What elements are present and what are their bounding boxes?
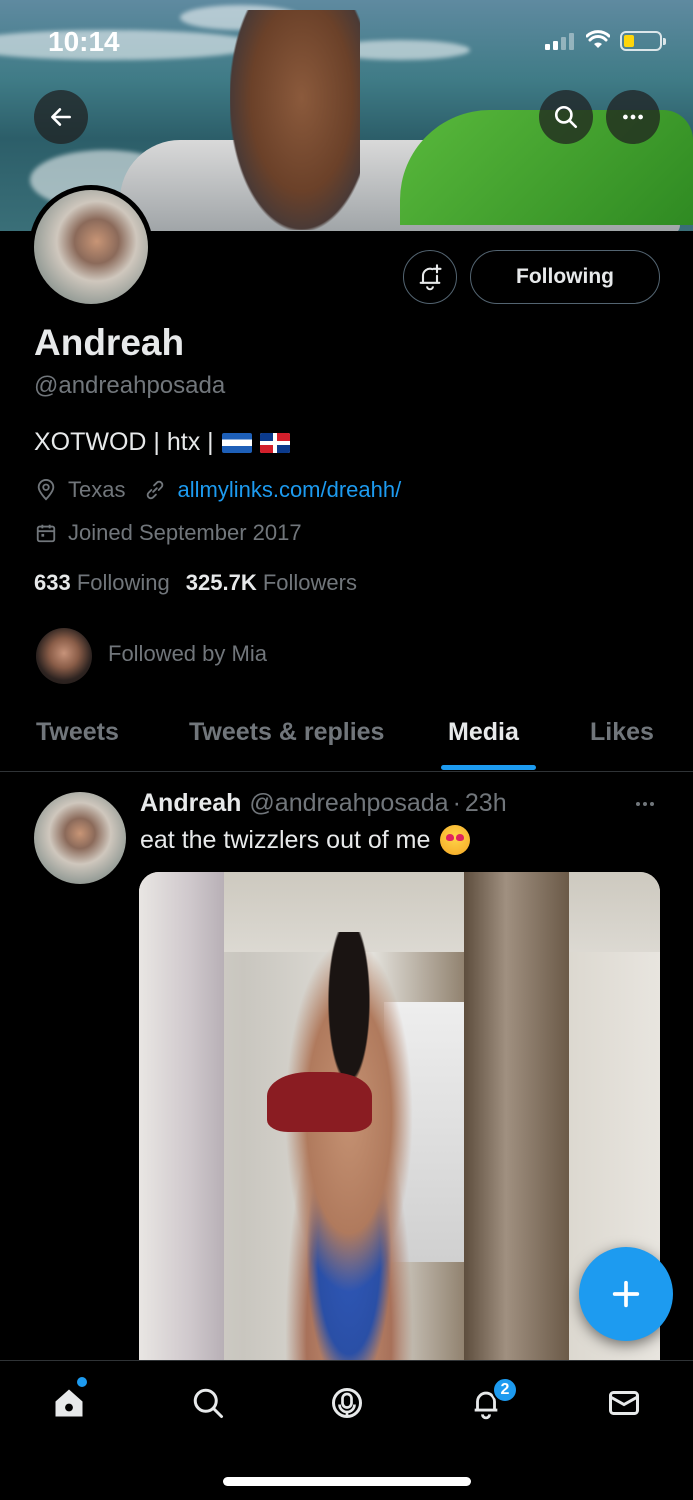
follow-counts: 633 Following 325.7K Followers [34, 570, 357, 596]
followed-by-text[interactable]: Followed by Mia [108, 641, 267, 667]
profile-bio: XOTWOD | htx | [34, 428, 290, 457]
tweet-text: eat the twizzlers out of me [140, 825, 471, 855]
active-tab-indicator [441, 765, 536, 770]
notifications-tab[interactable]: 2 [466, 1377, 518, 1423]
search-tab[interactable] [188, 1383, 228, 1423]
profile-meta-location-link: Texas allmylinks.com/dreahh/ [34, 477, 401, 503]
search-profile-button[interactable] [539, 90, 593, 144]
profile-joined-date: Joined September 2017 [68, 520, 302, 545]
status-time: 10:14 [48, 26, 120, 57]
profile-handle: @andreahposada [34, 372, 226, 399]
profile-meta-joined: Joined September 2017 [34, 520, 302, 546]
profile-avatar[interactable] [29, 185, 153, 309]
envelope-icon [609, 1391, 639, 1415]
tweet-author-name[interactable]: Andreah [140, 789, 241, 818]
followers-count-link[interactable]: 325.7K Followers [186, 570, 357, 596]
avatar-image [34, 190, 148, 304]
profile-tabs: Tweets Tweets & replies Media Likes [0, 700, 693, 772]
search-icon [193, 1388, 223, 1418]
profile-location: Texas [68, 477, 126, 502]
messages-tab[interactable] [604, 1383, 644, 1423]
tweet-body: eat the twizzlers out of me [140, 825, 431, 854]
arrow-left-icon [51, 108, 71, 126]
location-pin-icon [34, 478, 58, 502]
heart-eyes-cat-emoji-icon [440, 825, 471, 855]
compose-tweet-button[interactable] [579, 1247, 673, 1341]
tab-likes[interactable]: Likes [590, 718, 654, 747]
bell-plus-icon [419, 264, 442, 291]
back-button[interactable] [34, 90, 88, 144]
tweet-more-button[interactable] [632, 794, 658, 819]
following-count-link[interactable]: 633 Following [34, 570, 170, 596]
calendar-icon [34, 521, 58, 545]
status-bar: 10:14 [0, 0, 693, 80]
followed-by-avatar[interactable] [36, 628, 92, 684]
plus-icon [612, 1280, 640, 1308]
honduras-flag-icon [221, 432, 252, 453]
tab-tweets[interactable]: Tweets [36, 718, 119, 747]
tweet-author-avatar[interactable] [34, 792, 126, 884]
tweet-separator: · [452, 789, 461, 817]
more-options-button[interactable] [606, 90, 660, 144]
cellular-signal-icon [545, 32, 574, 50]
wifi-icon [586, 30, 610, 48]
home-indicator[interactable] [223, 1477, 471, 1486]
tweet-timestamp[interactable]: 23h [465, 789, 507, 818]
link-icon [143, 478, 167, 502]
tweet-media-image[interactable] [139, 872, 660, 1392]
profile-website-link[interactable]: allmylinks.com/dreahh/ [177, 477, 401, 503]
notifications-subscribe-button[interactable] [403, 250, 457, 304]
profile-name: Andreah [34, 322, 185, 363]
home-icon [55, 1389, 83, 1417]
notifications-badge: 2 [492, 1377, 518, 1403]
home-unread-dot [77, 1377, 87, 1387]
bio-text: XOTWOD | htx | [34, 428, 214, 456]
tab-media[interactable]: Media [448, 718, 519, 747]
tab-tweets-replies[interactable]: Tweets & replies [189, 718, 384, 747]
tweet-author-handle[interactable]: @andreahposada [249, 789, 448, 818]
dominican-republic-flag-icon [259, 432, 290, 453]
more-horizontal-icon [623, 114, 643, 120]
more-horizontal-icon [636, 802, 654, 806]
search-icon [554, 105, 578, 129]
spaces-tab[interactable] [327, 1383, 367, 1423]
tweet-header: Andreah @andreahposada · 23h [140, 789, 507, 818]
home-tab[interactable] [49, 1377, 89, 1423]
battery-icon [620, 31, 666, 51]
spaces-microphone-icon [332, 1388, 362, 1418]
following-button[interactable]: Following [470, 250, 660, 304]
